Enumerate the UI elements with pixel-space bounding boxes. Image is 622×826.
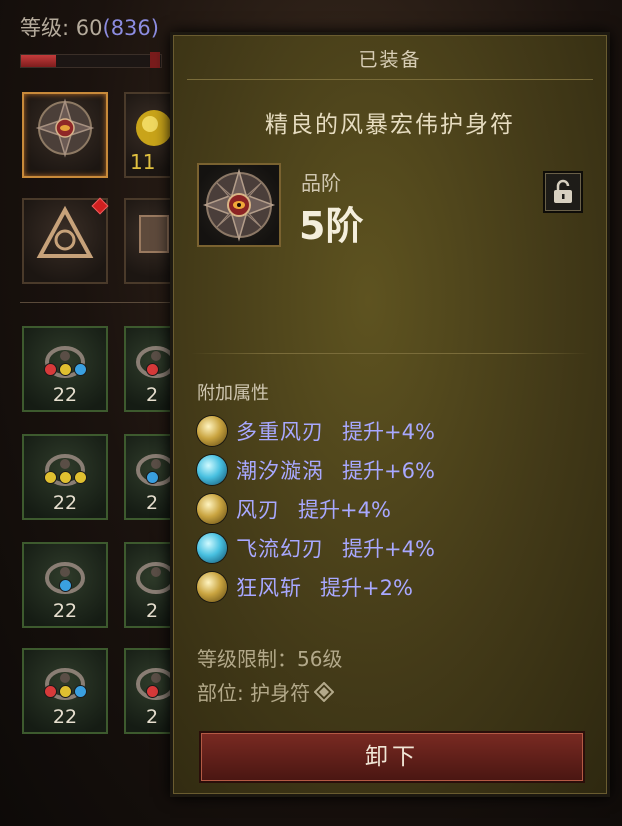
attribute-row: 多重风刃 提升+4% xyxy=(197,411,435,450)
amulet-slot-icon xyxy=(314,681,335,702)
level-requirement: 等级限制：56级 xyxy=(197,647,343,671)
red-gem-icon xyxy=(145,685,159,698)
slot-type: 部位: 护身符 xyxy=(197,677,335,706)
skill-rune-icon xyxy=(197,532,227,563)
unequip-button[interactable]: 卸下 xyxy=(199,731,585,783)
yellow-gem-icon xyxy=(58,363,72,376)
item-level: 22 xyxy=(52,492,78,514)
attribute-skill-name: 狂风斩 xyxy=(236,575,302,600)
gem-slot[interactable]: 22 xyxy=(22,542,108,628)
attribute-row: 狂风斩 提升+2% xyxy=(197,567,435,606)
blue-gem-icon xyxy=(145,471,159,484)
level-label: 等级: xyxy=(20,16,76,40)
skill-rune-icon xyxy=(197,571,227,602)
yellow-gem-icon xyxy=(73,471,87,484)
xp-bar-fill xyxy=(21,55,56,67)
lock-icon xyxy=(554,179,572,203)
skill-rune-icon xyxy=(197,493,227,524)
item-tooltip: 已装备 精良的风暴宏伟护身符 品阶 5阶 附加属性 多重风刃 提升+4% 潮汐漩涡提… xyxy=(170,32,610,797)
rune-slot[interactable] xyxy=(22,198,108,284)
tier-value: 5阶 xyxy=(299,204,364,248)
item-level: 22 xyxy=(52,706,78,728)
gold-count: 11 xyxy=(130,150,156,174)
amulet-slot-selected[interactable] xyxy=(22,92,108,178)
gem-slot[interactable]: 22 xyxy=(22,648,108,734)
attribute-bonus: 提升+4% xyxy=(342,536,435,561)
player-level: 等级: 60(836) xyxy=(20,12,159,42)
slot-type-label: 部位: 护身符 xyxy=(197,681,311,705)
blue-gem-icon xyxy=(73,685,87,698)
socket-gems xyxy=(24,469,106,488)
attribute-bonus: 提升+4% xyxy=(342,419,435,444)
skill-rune-icon xyxy=(197,454,227,485)
attribute-skill-name: 风刃 xyxy=(236,497,280,522)
item-level: 22 xyxy=(52,600,78,622)
yellow-gem-icon xyxy=(58,685,72,698)
equipped-header: 已装备 xyxy=(358,49,422,71)
red-gem-icon xyxy=(43,363,57,376)
attribute-bonus: 提升+6% xyxy=(342,458,435,483)
gem-slot[interactable]: 22 xyxy=(22,326,108,412)
inventory-panel: 等级: 60(836) 11 22 2 22 2 22 2 22 2 xyxy=(0,0,180,826)
socket-gems xyxy=(24,683,106,702)
red-gem-icon xyxy=(145,363,159,376)
blue-gem-icon xyxy=(58,579,72,592)
yellow-gem-icon xyxy=(58,471,72,484)
red-gem-icon xyxy=(43,685,57,698)
item-level: 22 xyxy=(52,384,78,406)
gem-slot[interactable]: 22 xyxy=(22,434,108,520)
attribute-bonus: 提升+2% xyxy=(320,575,413,600)
yellow-gem-icon xyxy=(43,471,57,484)
attribute-row: 风刃 提升+4% xyxy=(197,489,435,528)
tier-label: 品阶 xyxy=(301,171,341,195)
socket-gems xyxy=(24,577,106,596)
attributes-list: 多重风刃 提升+4% 潮汐漩涡 提升+6% 风刃 提升+4% 飞流幻刃 提升+4% 狂风斩 提升+… xyxy=(197,411,435,606)
socket-gems xyxy=(24,361,106,380)
header-divider xyxy=(187,79,593,80)
attributes-divider xyxy=(191,353,589,354)
triangle-rune-icon xyxy=(36,206,94,259)
attribute-skill-name: 飞流幻刃 xyxy=(236,536,324,561)
blue-gem-icon xyxy=(73,363,87,376)
skill-rune-icon xyxy=(197,415,227,446)
attributes-title: 附加属性 xyxy=(197,383,269,404)
storm-amulet-icon xyxy=(202,168,276,242)
paragon-level: (836) xyxy=(102,16,159,40)
inventory-divider xyxy=(20,302,170,303)
xp-bar xyxy=(20,54,162,68)
level-current: 60 xyxy=(75,16,103,40)
xp-bar-marker xyxy=(150,52,160,68)
item-icon xyxy=(197,163,281,247)
amulet-icon xyxy=(35,98,95,159)
attribute-skill-name: 多重风刃 xyxy=(236,419,324,444)
attribute-skill-name: 潮汐漩涡 xyxy=(236,458,324,483)
attribute-bonus: 提升+4% xyxy=(298,497,391,522)
attribute-row: 潮汐漩涡 提升+6% xyxy=(197,450,435,489)
lock-button[interactable] xyxy=(543,171,583,213)
item-name: 精良的风暴宏伟护身符 xyxy=(265,112,515,138)
attribute-row: 飞流幻刃 提升+4% xyxy=(197,528,435,567)
